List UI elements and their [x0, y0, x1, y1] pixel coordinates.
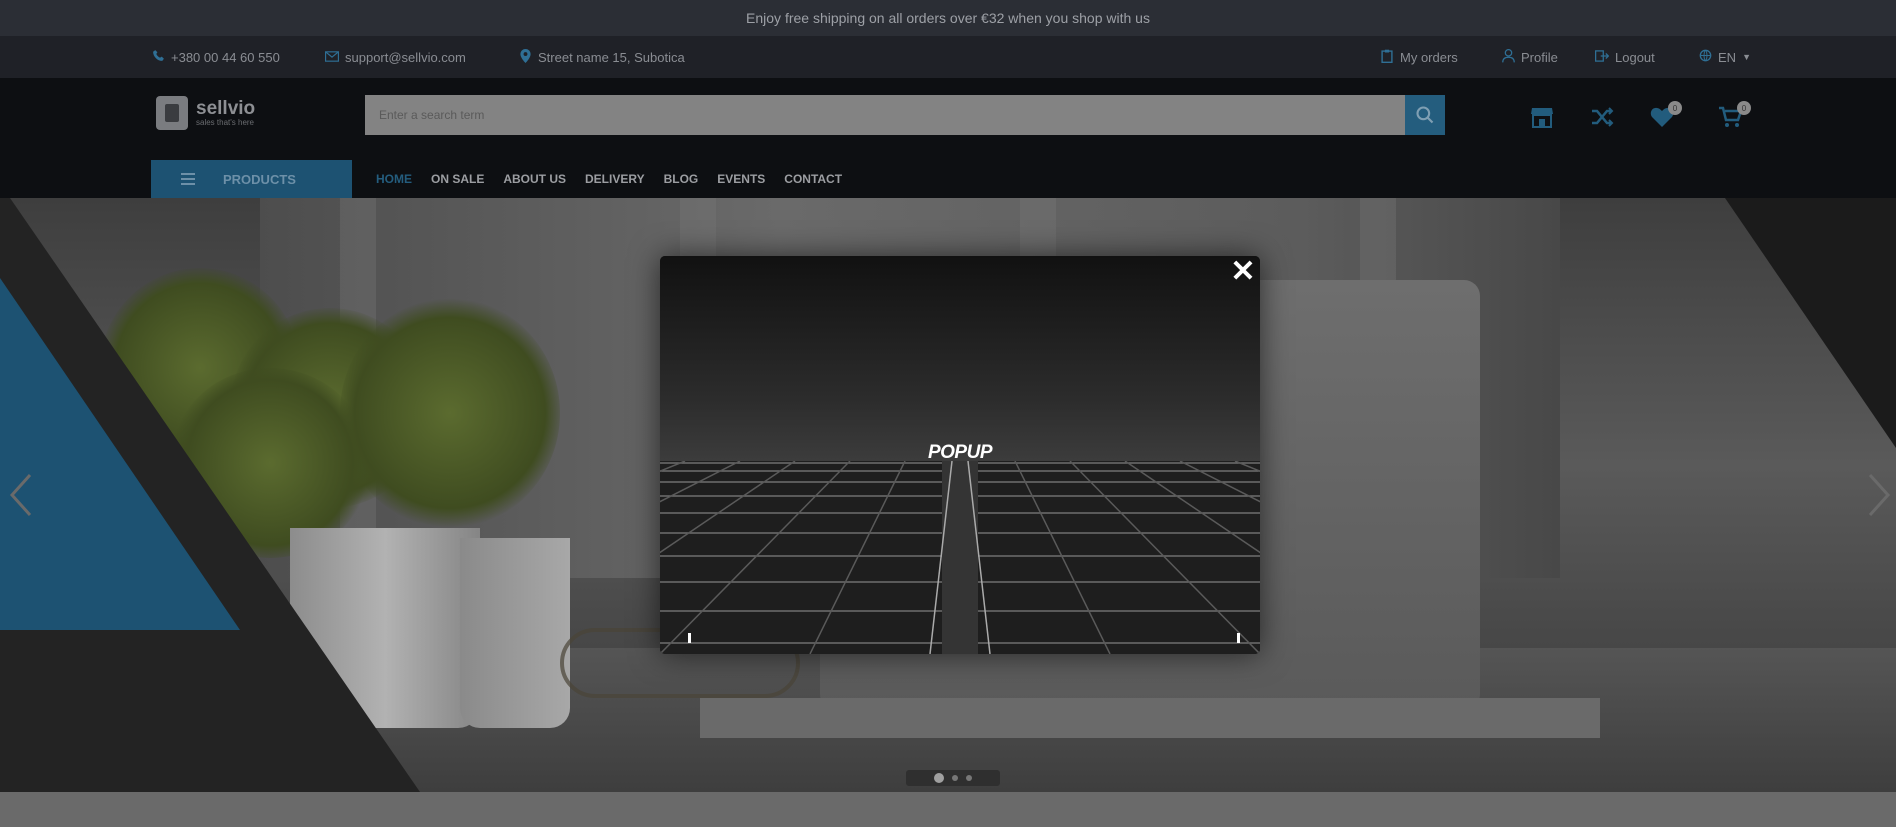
shuffle-icon — [1592, 107, 1614, 127]
nav-item-delivery[interactable]: DELIVERY — [585, 172, 645, 186]
popup-corner-mark-right — [1237, 633, 1240, 643]
wishlist-count-badge: 0 — [1668, 101, 1682, 115]
wishlist-count: 0 — [1672, 103, 1678, 113]
mail-icon — [325, 50, 339, 65]
logout-link[interactable]: Logout — [1595, 36, 1655, 78]
my-orders-label: My orders — [1400, 49, 1458, 65]
hero-laptop-base — [700, 698, 1600, 738]
profile-label: Profile — [1521, 49, 1558, 65]
logo-mark-icon — [156, 96, 188, 130]
nav-item-on-sale[interactable]: ON SALE — [431, 172, 484, 186]
announcement-bar: Enjoy free shipping on all orders over €… — [0, 0, 1896, 36]
slider-dot-3[interactable] — [966, 775, 972, 781]
store-button[interactable] — [1529, 104, 1555, 130]
main-nav: HOME ON SALE ABOUT US DELIVERY BLOG EVEN… — [376, 160, 842, 198]
chevron-down-icon: ▼ — [1742, 52, 1751, 62]
address-contact[interactable]: Street name 15, Subotica — [518, 36, 685, 78]
profile-link[interactable]: Profile — [1501, 36, 1558, 78]
logo-name: sellvio — [196, 97, 256, 119]
nav-item-contact[interactable]: CONTACT — [784, 172, 842, 186]
store-icon — [1531, 108, 1553, 128]
logout-icon — [1595, 49, 1610, 65]
slider-pagination — [906, 770, 1000, 786]
phone-number: +380 00 44 60 550 — [171, 49, 280, 65]
popup-corner-mark-left — [688, 633, 691, 643]
search-icon — [1416, 106, 1434, 124]
top-info-bar: +380 00 44 60 550 support@sellvio.com St… — [0, 36, 1896, 78]
site-logo[interactable]: sellvio sales that's here — [156, 96, 255, 130]
search-button[interactable] — [1405, 95, 1445, 135]
cart-count: 0 — [1741, 103, 1747, 113]
popup-close-button[interactable]: ✕ — [1230, 256, 1256, 288]
slider-prev-button[interactable] — [8, 473, 34, 529]
language-selector[interactable]: EN ▼ — [1698, 36, 1751, 78]
slider-next-button[interactable] — [1866, 473, 1892, 529]
products-label: PRODUCTS — [223, 171, 296, 187]
chevron-left-icon — [9, 473, 32, 517]
chevron-right-icon — [1868, 473, 1891, 517]
page: Enjoy free shipping on all orders over €… — [0, 0, 1896, 827]
announcement-text: Enjoy free shipping on all orders over €… — [746, 10, 1150, 26]
products-menu-button[interactable]: PRODUCTS — [151, 160, 352, 198]
nav-item-events[interactable]: EVENTS — [717, 172, 765, 186]
popup-sky — [660, 256, 1260, 461]
hero-plant-pot-2 — [460, 538, 570, 728]
email-contact[interactable]: support@sellvio.com — [325, 36, 466, 78]
slider-dot-2[interactable] — [952, 775, 958, 781]
search-input[interactable]: Enter a search term — [365, 95, 1405, 135]
language-label: EN — [1718, 49, 1737, 65]
phone-contact[interactable]: +380 00 44 60 550 — [151, 36, 280, 78]
hamburger-icon — [181, 173, 195, 185]
logo-tagline: sales that's here — [196, 117, 255, 127]
slider-dot-1[interactable] — [934, 773, 944, 783]
close-icon: ✕ — [1230, 256, 1256, 288]
logout-label: Logout — [1615, 49, 1655, 65]
street-address: Street name 15, Subotica — [538, 49, 685, 65]
email-address: support@sellvio.com — [345, 49, 466, 65]
page-bottom-strip — [0, 792, 1896, 827]
popup-modal: POPUP ✕ — [660, 256, 1260, 654]
popup-building-image — [660, 461, 1260, 654]
my-orders-link[interactable]: My orders — [1380, 36, 1458, 78]
location-pin-icon — [518, 48, 532, 66]
cart-count-badge: 0 — [1737, 101, 1751, 115]
nav-item-home[interactable]: HOME — [376, 172, 412, 186]
popup-title: POPUP — [927, 442, 993, 463]
nav-item-about-us[interactable]: ABOUT US — [503, 172, 566, 186]
phone-icon — [151, 49, 165, 65]
search-placeholder: Enter a search term — [379, 108, 485, 122]
nav-item-blog[interactable]: BLOG — [664, 172, 699, 186]
compare-button[interactable] — [1589, 104, 1615, 130]
user-icon — [1501, 48, 1515, 66]
globe-icon — [1698, 49, 1712, 65]
clipboard-icon — [1380, 49, 1394, 66]
